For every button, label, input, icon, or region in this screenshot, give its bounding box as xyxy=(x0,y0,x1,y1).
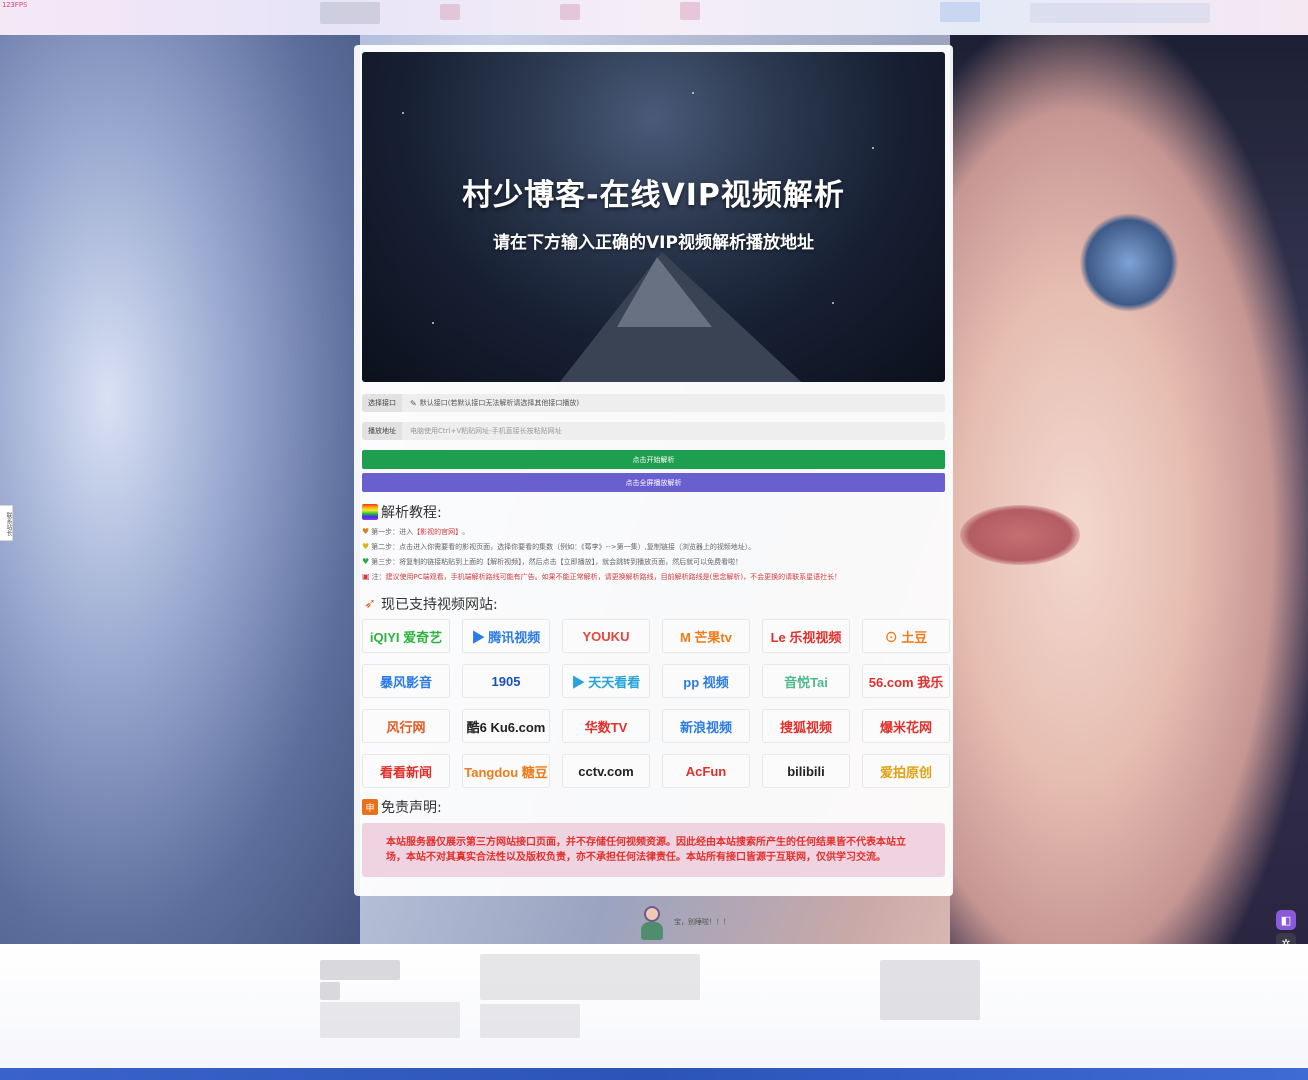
site-logo-16[interactable]: 新浪视频 xyxy=(662,709,750,743)
hero-banner: 村少博客-在线VIP视频解析 请在下方输入正确的VIP视频解析播放地址 xyxy=(362,52,945,382)
heart-icon: ♥ xyxy=(362,542,370,551)
tutorial-steps: ♥ 第一步：进入 【影视的官网】。 ♥ 第二步：点击进入你需要看的影视页面，选择你… xyxy=(362,524,945,584)
site-logo-6[interactable]: ⊙ 土豆 xyxy=(862,619,950,653)
site-logo-7[interactable]: 暴风影音 xyxy=(362,664,450,698)
mascot[interactable]: 宝，别睡啦！！！ xyxy=(638,902,730,942)
site-logo-5[interactable]: Le 乐视视频 xyxy=(762,619,850,653)
tutorial-step: ♥ 第三步：将复制的链接粘贴到上面的【解析视频】，然后点击【立即播放】，就会跳转… xyxy=(362,557,743,566)
interface-select[interactable]: 选择接口 ✎ 默认接口(若默认接口无法解析请选择其他接口播放) xyxy=(362,394,945,412)
tutorial-step: ♥ 第二步：点击进入你需要看的影视页面，选择你要看的集数（例如：《莓李》-->第… xyxy=(362,542,756,551)
site-logo-grid: iQIYI 爱奇艺 ▶ 腾讯视频 YOUKU M 芒果tv Le 乐视视频 ⊙ 土豆暴风影… xyxy=(362,619,950,788)
blurred-header-block xyxy=(320,2,380,24)
url-row: 播放地址 xyxy=(362,422,945,440)
site-logo-14[interactable]: 酷6 Ku6.com xyxy=(462,709,550,743)
background-art-detail xyxy=(960,505,1080,565)
contact-admin-tab[interactable]: 联系站长 xyxy=(0,505,13,541)
heart-icon: ♥ xyxy=(362,527,370,536)
fullscreen-parse-button[interactable]: 点击全屏播放解析 xyxy=(362,473,945,492)
tutorial-title: 解析教程: xyxy=(381,505,442,521)
mascot-speech: 宝，别睡啦！！！ xyxy=(674,918,730,926)
blurred-header-block xyxy=(940,2,980,22)
fps-counter: 123FPS xyxy=(2,1,28,9)
site-logo-1[interactable]: iQIYI 爱奇艺 xyxy=(362,619,450,653)
page-title: 村少博客-在线VIP视频解析 xyxy=(462,178,845,213)
blurred-header-block xyxy=(1030,3,1210,23)
site-logo-13[interactable]: 风行网 xyxy=(362,709,450,743)
top-strip: 123FPS xyxy=(0,0,1308,35)
supported-heading: ➶ 现已支持视频网站: xyxy=(362,594,945,614)
windows-icon[interactable]: ◧ xyxy=(1276,910,1296,930)
site-logo-20[interactable]: Tangdou 糖豆 xyxy=(462,754,550,788)
site-logo-8[interactable]: 1905 xyxy=(462,664,550,698)
site-logo-24[interactable]: 爱拍原创 xyxy=(862,754,950,788)
disclaimer-text: 本站服务器仅展示第三方网站接口页面，并不存储任何视频资源。因此经由本站搜索所产生… xyxy=(362,823,945,877)
supported-title: 现已支持视频网站: xyxy=(381,597,498,613)
mascot-figure xyxy=(638,902,666,942)
carrot-icon: ➶ xyxy=(364,596,376,612)
disclaimer-heading: 申 免责声明: xyxy=(362,797,945,817)
pin-icon: ✎ xyxy=(410,398,417,408)
disclaimer-title: 免责声明: xyxy=(381,800,442,816)
interface-value: 默认接口(若默认接口无法解析请选择其他接口播放) xyxy=(419,399,580,407)
site-logo-10[interactable]: pp 视频 xyxy=(662,664,750,698)
tutorial-note: ▣ 注： 建议使用PC端观看，手机端解析路线可能有广告。如果不能正常解析，请更换解… xyxy=(362,572,842,581)
site-logo-2[interactable]: ▶ 腾讯视频 xyxy=(462,619,550,653)
site-logo-22[interactable]: AcFun xyxy=(662,754,750,788)
site-logo-19[interactable]: 看看新闻 xyxy=(362,754,450,788)
site-logo-15[interactable]: 华数TV xyxy=(562,709,650,743)
footer xyxy=(0,944,1308,1080)
url-label: 播放地址 xyxy=(362,422,402,440)
site-logo-18[interactable]: 爆米花网 xyxy=(862,709,950,743)
site-logo-12[interactable]: 56.com 我乐 xyxy=(862,664,950,698)
footer-bar xyxy=(0,1068,1308,1080)
tutorial-step: ♥ 第一步：进入 【影视的官网】。 xyxy=(362,527,470,536)
heart-icon: ♥ xyxy=(362,557,370,566)
blurred-header-block xyxy=(440,4,460,20)
tutorial-heading: 解析教程: xyxy=(362,502,945,522)
background-art-right xyxy=(950,35,1308,945)
parse-button[interactable]: 点击开始解析 xyxy=(362,450,945,469)
page-subtitle: 请在下方输入正确的VIP视频解析播放地址 xyxy=(493,233,814,253)
site-logo-11[interactable]: 音悦Tai xyxy=(762,664,850,698)
notice-icon: 申 xyxy=(362,799,378,815)
site-logo-17[interactable]: 搜狐视频 xyxy=(762,709,850,743)
blurred-header-block xyxy=(680,2,700,20)
blurred-header-block xyxy=(560,4,580,20)
site-logo-4[interactable]: M 芒果tv xyxy=(662,619,750,653)
site-logo-9[interactable]: ▶ 天天看看 xyxy=(562,664,650,698)
site-logo-3[interactable]: YOUKU xyxy=(562,619,650,653)
site-logo-21[interactable]: cctv.com xyxy=(562,754,650,788)
url-input[interactable] xyxy=(402,427,922,435)
site-logo-23[interactable]: bilibili xyxy=(762,754,850,788)
parser-card: 村少博客-在线VIP视频解析 请在下方输入正确的VIP视频解析播放地址 选择接口… xyxy=(354,45,953,896)
calendar-icon: ▣ xyxy=(362,572,370,581)
mountain-graphic xyxy=(617,257,712,327)
rainbow-flag-icon xyxy=(362,504,378,520)
interface-label: 选择接口 xyxy=(362,394,402,412)
background-art-left xyxy=(0,35,360,945)
